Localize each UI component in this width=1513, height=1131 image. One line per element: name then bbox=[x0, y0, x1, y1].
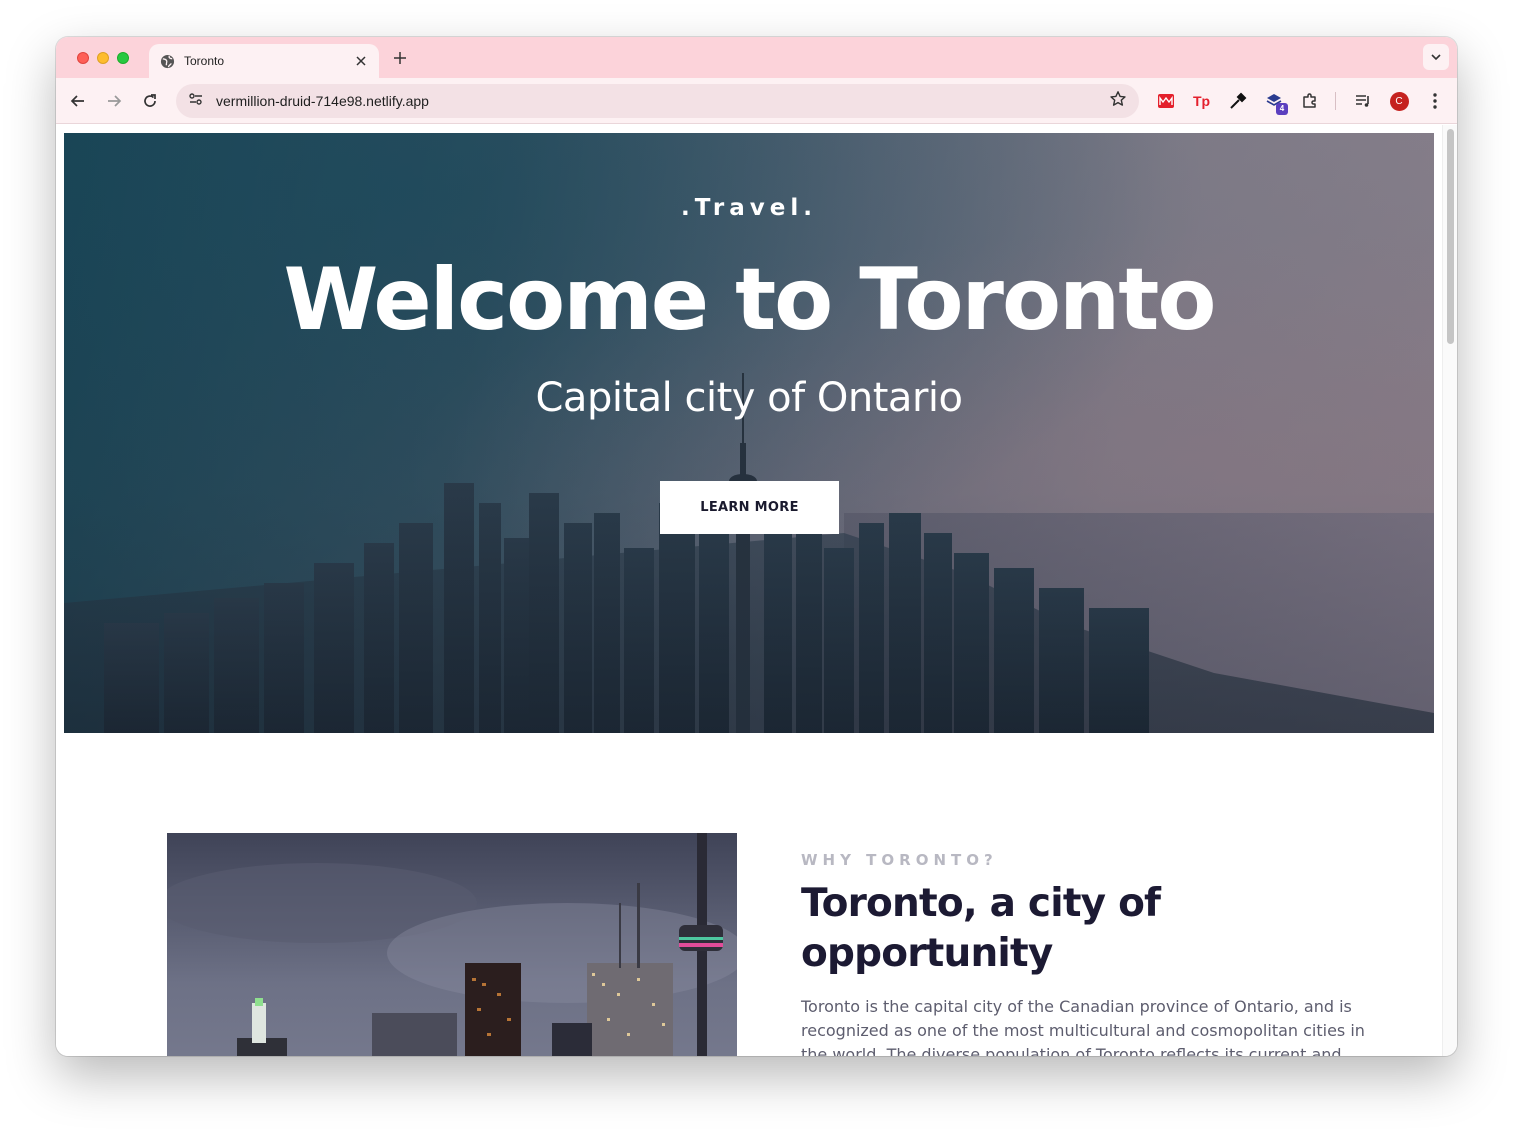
profile-avatar[interactable]: C bbox=[1387, 89, 1411, 113]
hero-section: .Travel. Welcome to Toronto Capital city… bbox=[64, 133, 1434, 733]
reading-list-icon[interactable] bbox=[1351, 89, 1375, 113]
eyedropper-icon[interactable] bbox=[1226, 89, 1250, 113]
extension-red-icon[interactable] bbox=[1154, 89, 1178, 113]
extension-stack-icon[interactable]: 4 bbox=[1262, 89, 1288, 115]
tab-toronto[interactable]: Toronto bbox=[149, 44, 379, 78]
site-settings-icon[interactable] bbox=[188, 91, 204, 111]
svg-text:Tp: Tp bbox=[1193, 93, 1210, 109]
section-body-text: Toronto is the capital city of the Canad… bbox=[801, 997, 1365, 1056]
page-viewport[interactable]: .Travel. Welcome to Toronto Capital city… bbox=[56, 125, 1442, 1056]
toronto-night-skyline-image bbox=[167, 833, 737, 1056]
arrow-right-icon bbox=[108, 95, 122, 107]
scrollbar-thumb[interactable] bbox=[1447, 129, 1454, 344]
extensions-puzzle-icon[interactable] bbox=[1298, 89, 1322, 113]
address-bar[interactable]: vermillion-druid-714e98.netlify.app bbox=[176, 84, 1139, 118]
arrow-left-icon bbox=[70, 95, 84, 107]
close-tab-icon[interactable] bbox=[353, 53, 369, 69]
hero-overlay bbox=[64, 133, 1434, 733]
close-window-button[interactable] bbox=[77, 52, 89, 64]
hero-title: Welcome to Toronto bbox=[283, 250, 1217, 350]
toolbar-divider bbox=[1335, 92, 1336, 110]
more-menu-icon[interactable] bbox=[1423, 89, 1447, 113]
tab-title: Toronto bbox=[184, 54, 225, 68]
url-text[interactable]: vermillion-druid-714e98.netlify.app bbox=[216, 93, 1109, 109]
browser-toolbar: vermillion-druid-714e98.netlify.app Tp 4… bbox=[56, 78, 1457, 124]
minimize-window-button[interactable] bbox=[97, 52, 109, 64]
section-heading: Toronto, a city of opportunity bbox=[801, 881, 1161, 976]
reload-button[interactable] bbox=[138, 89, 162, 113]
browser-window: Toronto vermillion-druid-714e98.netlify.… bbox=[56, 37, 1457, 1056]
profile-initial: C bbox=[1389, 91, 1409, 111]
new-tab-button[interactable] bbox=[390, 48, 410, 68]
vertical-scrollbar[interactable] bbox=[1442, 125, 1457, 1056]
section-eyebrow: WHY TORONTO? bbox=[801, 851, 998, 869]
hero-subtitle: Capital city of Ontario bbox=[535, 375, 963, 421]
bookmark-star-icon[interactable] bbox=[1109, 90, 1127, 112]
learn-more-button[interactable]: LEARN MORE bbox=[660, 481, 839, 534]
back-button[interactable] bbox=[66, 89, 90, 113]
extension-tp-icon[interactable]: Tp bbox=[1190, 89, 1214, 113]
reload-icon bbox=[144, 94, 156, 107]
hero-eyebrow: .Travel. bbox=[681, 195, 817, 221]
forward-button[interactable] bbox=[102, 89, 126, 113]
tab-search-button[interactable] bbox=[1423, 44, 1449, 70]
maximize-window-button[interactable] bbox=[117, 52, 129, 64]
extension-badge: 4 bbox=[1276, 103, 1288, 115]
tab-strip: Toronto bbox=[56, 37, 1457, 78]
globe-icon bbox=[159, 53, 175, 69]
